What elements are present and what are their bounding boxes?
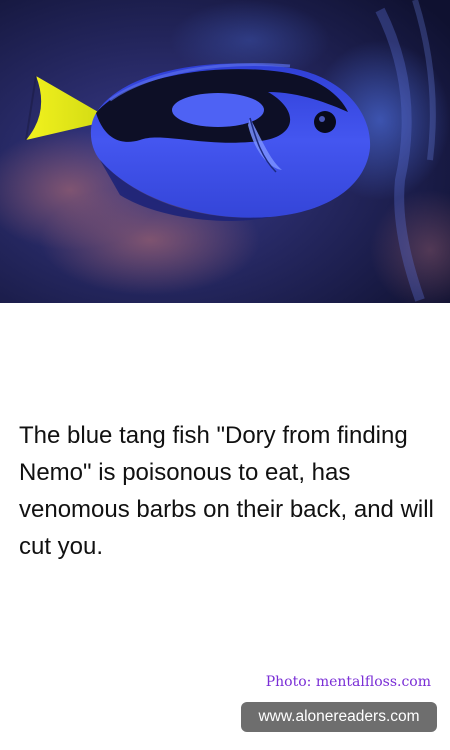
photo-credit: Photo: mentalfloss.com (265, 674, 431, 690)
site-badge-link[interactable]: www.alonereaders.com (241, 702, 437, 732)
blue-tang-fish-photo (0, 0, 450, 303)
fact-text: The blue tang fish "Dory from finding Ne… (19, 422, 434, 560)
